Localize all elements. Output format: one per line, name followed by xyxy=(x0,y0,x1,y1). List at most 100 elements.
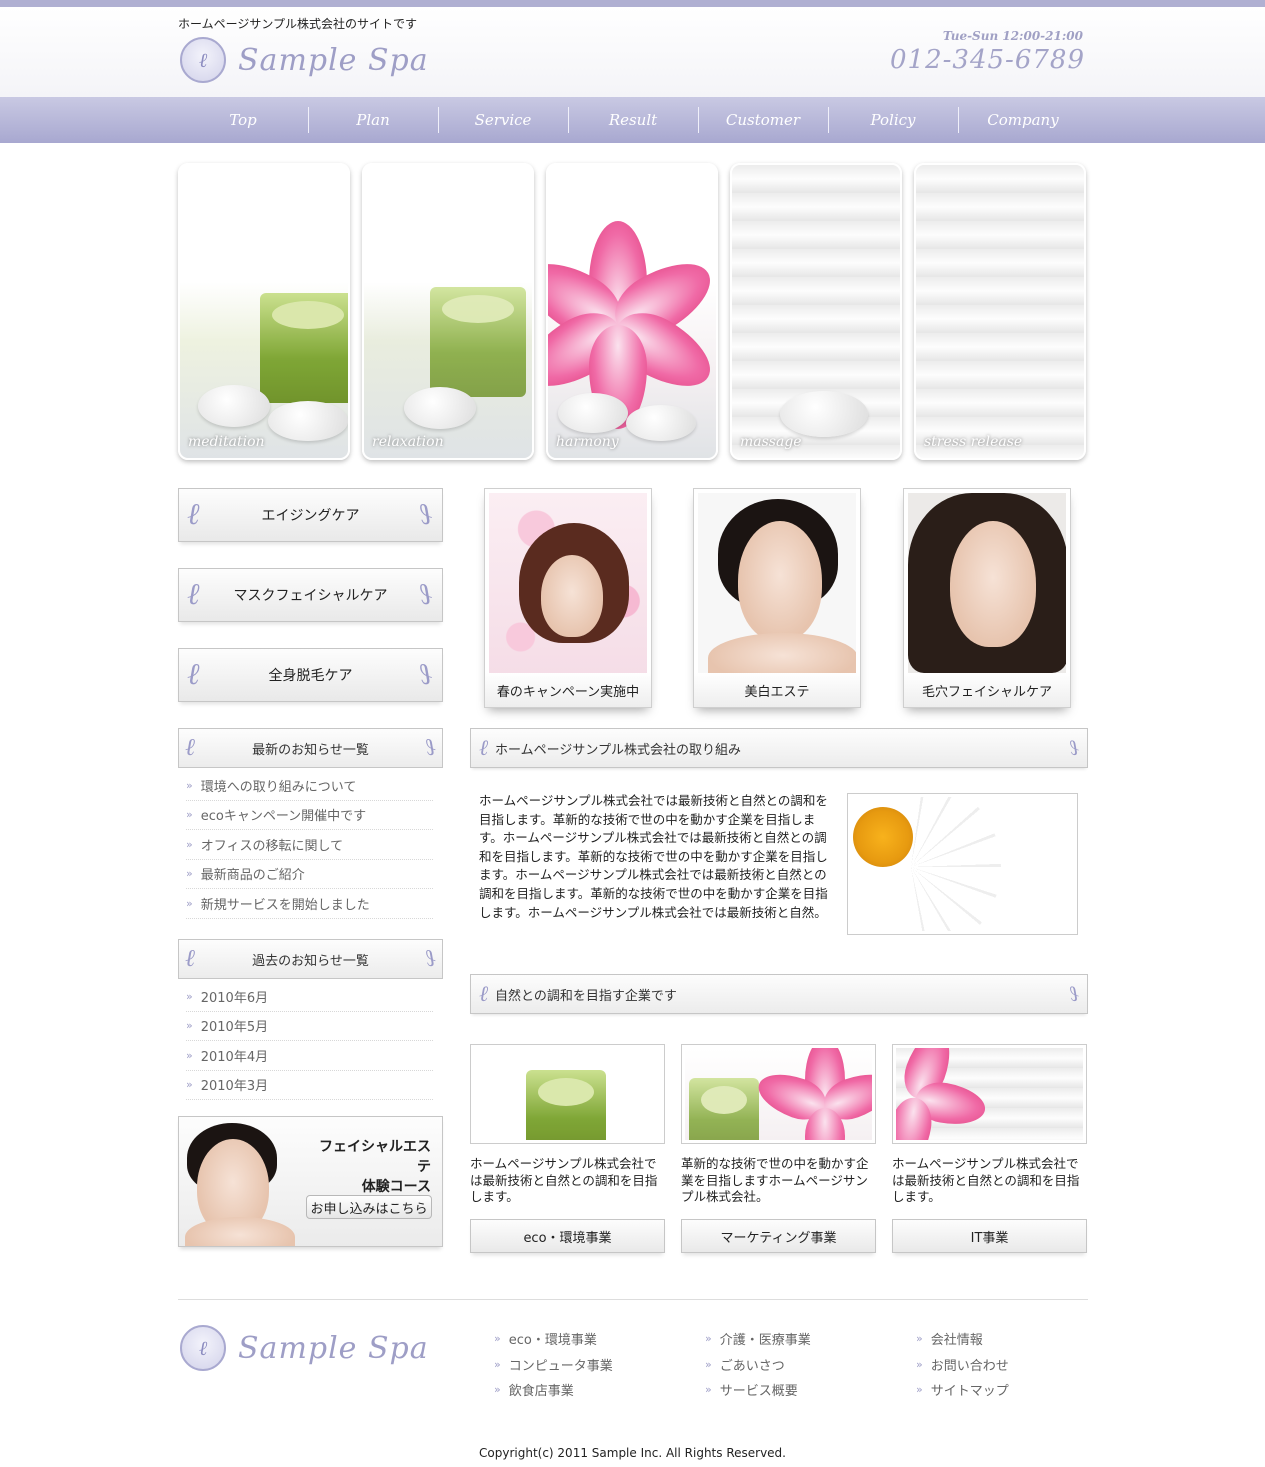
business-hours: Tue-Sun 12:00-21:00 xyxy=(942,29,1083,43)
chevron-right-icon: » xyxy=(186,989,193,1003)
business-image-marketing xyxy=(681,1044,876,1144)
feature-card-caption: 美白エステ xyxy=(694,673,860,707)
footer-link[interactable]: » サイトマップ xyxy=(916,1377,1009,1403)
chevron-right-icon: » xyxy=(186,837,193,851)
nav-item-result[interactable]: Result xyxy=(568,97,698,143)
model-portrait xyxy=(738,521,822,641)
feature-card-spring-campaign[interactable]: 春のキャンペーン実施中 xyxy=(484,488,652,708)
hero-banner: meditation relaxation harmony massage st… xyxy=(178,163,1088,460)
nav-item-plan[interactable]: Plan xyxy=(308,97,438,143)
chevron-right-icon: » xyxy=(494,1357,501,1371)
news-list: » 環境への取り組みについて » ecoキャンペーン開催中です » オフィスの移転に関… xyxy=(186,771,433,919)
side-menu-mask-facial[interactable]: マスクフェイシャルケア xyxy=(178,568,443,622)
hero-panel-label: stress release xyxy=(924,434,1023,450)
chevron-right-icon: » xyxy=(705,1383,712,1397)
hero-panel-label: meditation xyxy=(188,434,265,450)
archive-item[interactable]: » 2010年6月 xyxy=(186,982,433,1012)
news-item[interactable]: » 最新商品のご紹介 xyxy=(186,860,433,889)
chevron-right-icon: » xyxy=(186,1019,193,1033)
site-header: ホームページサンプル株式会社のサイトです ℓ Sample Spa Tue-Su… xyxy=(0,7,1265,97)
chevron-right-icon: » xyxy=(186,808,193,822)
news-item[interactable]: » オフィスの移転に関して xyxy=(186,830,433,860)
logo-text: Sample Spa xyxy=(238,42,429,78)
chevron-right-icon: » xyxy=(705,1332,712,1346)
chevron-right-icon: » xyxy=(494,1332,501,1346)
chevron-right-icon: » xyxy=(186,778,193,792)
news-heading: 最新のお知らせ一覧 xyxy=(178,728,443,768)
footer-links-col2: » 介護・医療事業 » ごあいさつ » サービス概要 xyxy=(705,1326,811,1403)
business-text-marketing: 革新的な技術で世の中を動かす企業を目指しますホームページサンプル株式会社。 xyxy=(681,1156,869,1204)
feature-card-whitening[interactable]: 美白エステ xyxy=(693,488,861,708)
nav-item-company[interactable]: Company xyxy=(958,97,1088,143)
apply-button[interactable]: お申し込みはこちら xyxy=(306,1195,432,1219)
side-menu-hair-removal[interactable]: 全身脱毛ケア xyxy=(178,648,443,702)
model-portrait xyxy=(950,521,1036,647)
feature-card-caption: 春のキャンペーン実施中 xyxy=(485,673,651,707)
chevron-right-icon: » xyxy=(916,1357,923,1371)
section-heading-initiatives: ホームページサンプル株式会社の取り組み xyxy=(470,728,1088,768)
section-heading-harmony: 自然との調和を目指す企業です xyxy=(470,974,1088,1014)
hero-panel-label: harmony xyxy=(556,434,619,450)
side-menu-aging-care[interactable]: エイジングケア xyxy=(178,488,443,542)
footer-logo-text: Sample Spa xyxy=(238,1330,429,1366)
main-nav: Top Plan Service Result Customer Policy … xyxy=(0,97,1265,143)
business-image-eco xyxy=(470,1044,665,1144)
marketing-business-button[interactable]: マーケティング事業 xyxy=(681,1219,876,1253)
feature-card-caption: 毛穴フェイシャルケア xyxy=(904,673,1070,707)
hero-panel-label: massage xyxy=(740,434,802,450)
business-image-it xyxy=(892,1044,1087,1144)
daisy-image xyxy=(847,793,1078,935)
chevron-right-icon: » xyxy=(186,867,193,881)
hero-panel-meditation: meditation xyxy=(178,163,350,460)
phone-number: 012-345-6789 xyxy=(890,45,1085,75)
chevron-right-icon: » xyxy=(916,1383,923,1397)
archive-item[interactable]: » 2010年4月 xyxy=(186,1041,433,1071)
news-item[interactable]: » 環境への取り組みについて xyxy=(186,771,433,801)
hero-panel-harmony: harmony xyxy=(546,163,718,460)
footer-link[interactable]: » 介護・医療事業 xyxy=(705,1326,811,1352)
footer-links-col3: » 会社情報 » お問い合わせ » サイトマップ xyxy=(916,1326,1009,1403)
eco-business-button[interactable]: eco・環境事業 xyxy=(470,1219,665,1253)
footer-link[interactable]: » サービス概要 xyxy=(705,1377,811,1403)
news-item[interactable]: » ecoキャンペーン開催中です xyxy=(186,801,433,830)
nav-item-service[interactable]: Service xyxy=(438,97,568,143)
it-business-button[interactable]: IT事業 xyxy=(892,1219,1087,1253)
chevron-right-icon: » xyxy=(186,1078,193,1092)
top-accent-bar xyxy=(0,0,1265,7)
hero-panel-massage: massage xyxy=(730,163,902,460)
news-item[interactable]: » 新規サービスを開始しました xyxy=(186,889,433,919)
site-tagline: ホームページサンプル株式会社のサイトです xyxy=(178,17,418,31)
business-text-eco: ホームページサンプル株式会社では最新技術と自然との調和を目指します。 xyxy=(470,1156,658,1204)
archive-item[interactable]: » 2010年3月 xyxy=(186,1071,433,1100)
chevron-right-icon: » xyxy=(705,1357,712,1371)
feature-card-pore-facial[interactable]: 毛穴フェイシャルケア xyxy=(903,488,1071,708)
chevron-right-icon: » xyxy=(186,896,193,910)
business-text-it: ホームページサンプル株式会社では最新技術と自然との調和を目指します。 xyxy=(892,1156,1080,1204)
footer-link[interactable]: » 飲食店事業 xyxy=(494,1377,613,1403)
footer-link[interactable]: » コンピュータ事業 xyxy=(494,1352,613,1378)
logo-emblem-icon: ℓ xyxy=(180,37,226,83)
hero-panel-relaxation: relaxation xyxy=(362,163,534,460)
intro-paragraph: ホームページサンプル株式会社では最新技術と自然との調和を目指します。革新的な技術… xyxy=(479,793,828,920)
chevron-right-icon: » xyxy=(494,1383,501,1397)
copyright: Copyright(c) 2011 Sample Inc. All Rights… xyxy=(479,1446,786,1460)
nav-item-top[interactable]: Top xyxy=(178,97,308,143)
hero-panel-label: relaxation xyxy=(372,434,444,450)
footer-logo[interactable]: ℓ Sample Spa xyxy=(180,1325,429,1371)
nav-item-customer[interactable]: Customer xyxy=(698,97,828,143)
footer-link[interactable]: » ごあいさつ xyxy=(705,1352,811,1378)
footer-link[interactable]: » お問い合わせ xyxy=(916,1352,1009,1378)
footer-divider xyxy=(178,1299,1088,1300)
footer-links-col1: » eco・環境事業 » コンピュータ事業 » 飲食店事業 xyxy=(494,1326,613,1403)
hero-panel-stress-release: stress release xyxy=(914,163,1086,460)
chevron-right-icon: » xyxy=(916,1332,923,1346)
facial-trial-promo[interactable]: フェイシャルエステ 体験コース お申し込みはこちら xyxy=(178,1116,443,1247)
footer-link[interactable]: » eco・環境事業 xyxy=(494,1326,613,1352)
nav-item-policy[interactable]: Policy xyxy=(828,97,958,143)
archive-item[interactable]: » 2010年5月 xyxy=(186,1012,433,1041)
site-logo[interactable]: ℓ Sample Spa xyxy=(180,37,429,83)
logo-emblem-icon: ℓ xyxy=(180,1325,226,1371)
model-portrait xyxy=(541,555,603,637)
footer-link[interactable]: » 会社情報 xyxy=(916,1326,1009,1352)
promo-title: フェイシャルエステ 体験コース xyxy=(319,1139,431,1195)
